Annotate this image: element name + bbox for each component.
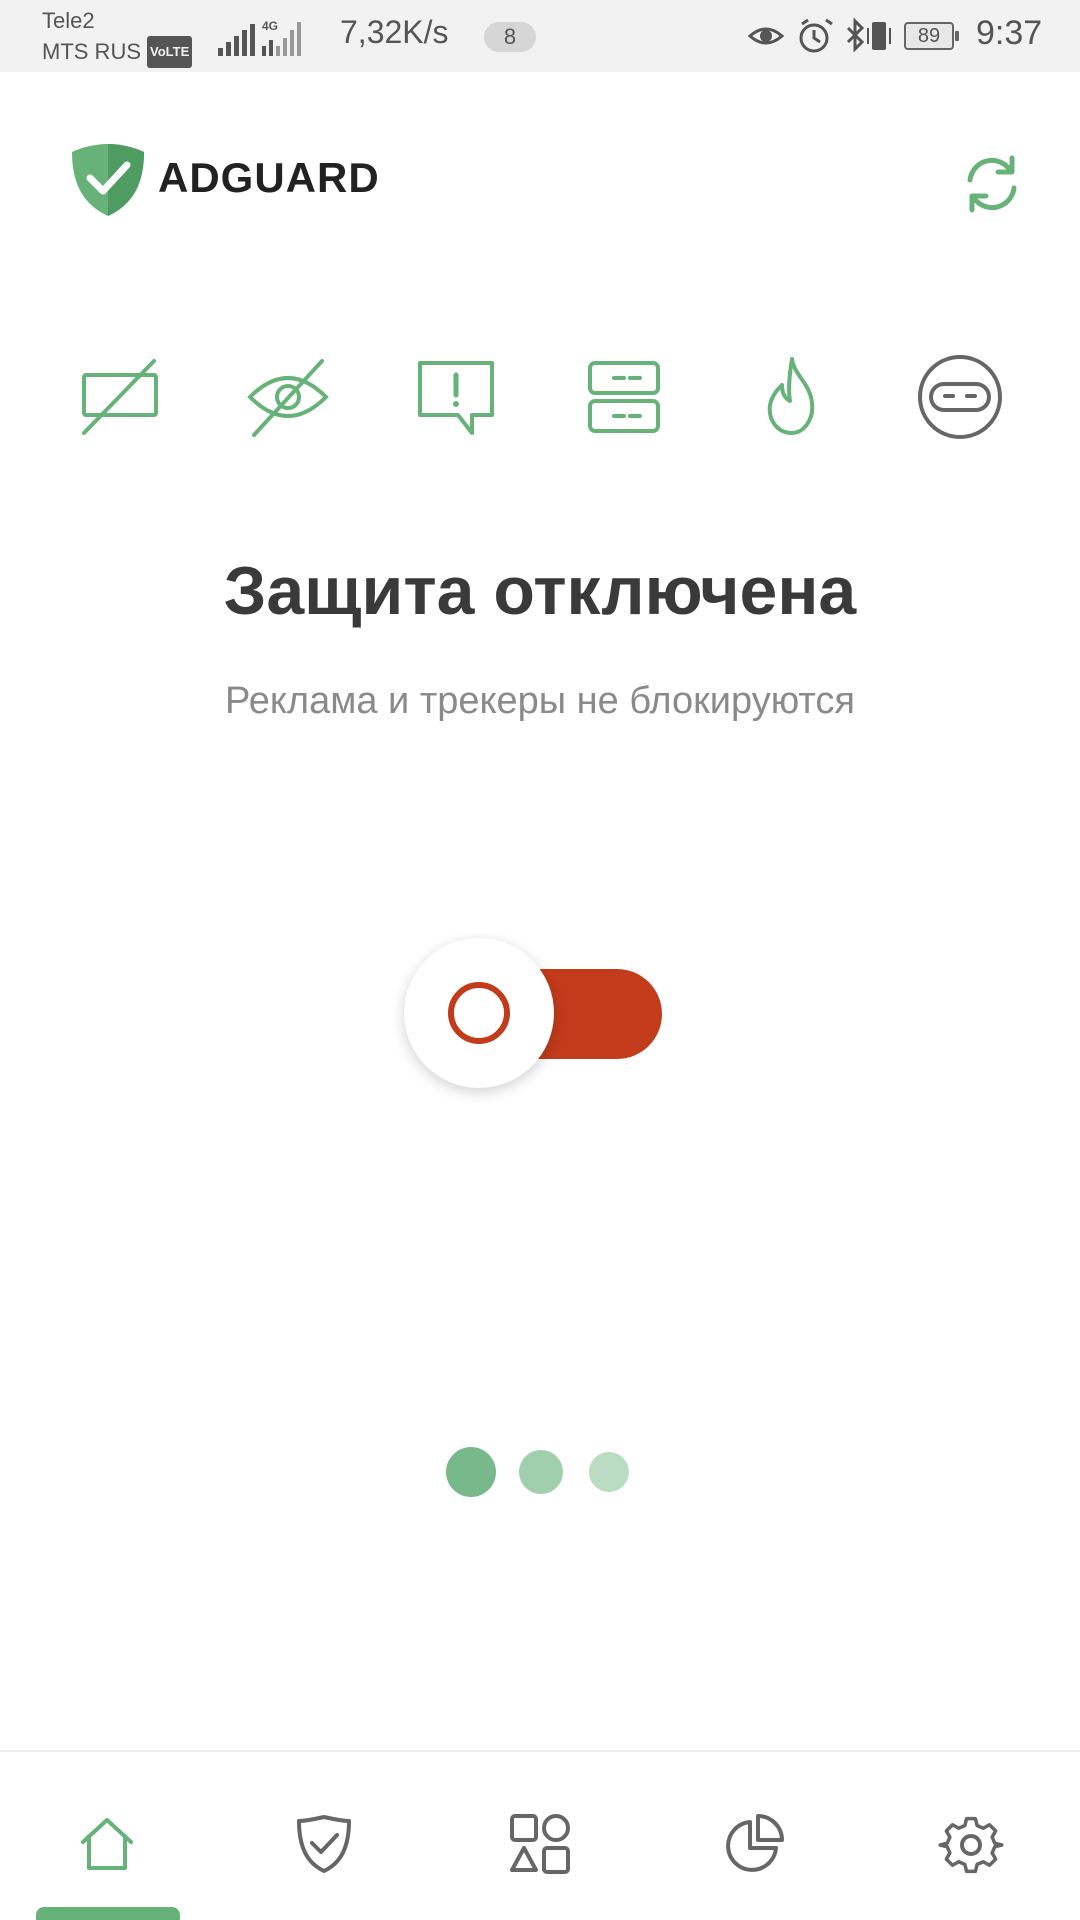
nav-settings[interactable] bbox=[931, 1804, 1011, 1884]
network-speed: 7,32K/s bbox=[340, 14, 449, 50]
tracking-protection-icon bbox=[247, 359, 329, 437]
refresh-icon[interactable] bbox=[960, 152, 1024, 216]
network-type-label: 4G bbox=[262, 19, 278, 33]
carrier-name-2: MTS RUS bbox=[42, 39, 141, 64]
stealth-mode-icon bbox=[918, 355, 1002, 439]
feature-dns-protection[interactable] bbox=[579, 352, 669, 442]
annoyances-icon bbox=[418, 361, 494, 435]
protection-status-title: Защита отключена bbox=[223, 553, 857, 629]
firewall-icon bbox=[767, 357, 815, 435]
status-bar: Tele2 MTS RUS VoLTE 4G 7,32K/s 8 89 9:37 bbox=[0, 0, 1080, 72]
feature-annoyances[interactable] bbox=[411, 352, 501, 442]
status-icons bbox=[748, 17, 891, 53]
notification-count-badge: 8 bbox=[484, 22, 536, 52]
apps-icon bbox=[510, 1814, 570, 1874]
carrier-info: Tele2 MTS RUS VoLTE bbox=[42, 6, 193, 68]
ad-blocking-icon bbox=[82, 359, 158, 435]
nav-protection[interactable] bbox=[284, 1804, 364, 1884]
feature-ad-blocking[interactable] bbox=[75, 352, 165, 442]
home-icon bbox=[81, 1818, 133, 1870]
power-off-indicator bbox=[448, 982, 510, 1044]
settings-gear-icon bbox=[938, 1816, 1004, 1874]
dns-protection-icon bbox=[588, 361, 660, 433]
feature-icons-row bbox=[0, 352, 1080, 442]
bottom-nav bbox=[0, 1752, 1080, 1920]
pager-dot-3[interactable] bbox=[589, 1452, 629, 1492]
statistics-icon bbox=[726, 1814, 784, 1872]
nav-apps[interactable] bbox=[500, 1804, 580, 1884]
feature-tracking-protection[interactable] bbox=[243, 352, 333, 442]
alarm-icon bbox=[799, 18, 833, 53]
clock: 9:37 bbox=[976, 14, 1043, 52]
toggle-knob bbox=[404, 938, 554, 1088]
pager-dots bbox=[0, 1447, 1080, 1497]
protection-status-subtitle: Реклама и трекеры не блокируются bbox=[225, 680, 855, 722]
signal-icon: 4G bbox=[218, 19, 301, 56]
feature-stealth-mode[interactable] bbox=[915, 352, 1005, 442]
shield-check-icon bbox=[297, 1815, 351, 1873]
vibrate-icon bbox=[867, 22, 891, 50]
volte-badge: VoLTE bbox=[147, 36, 193, 68]
bluetooth-icon bbox=[846, 17, 865, 53]
eye-icon bbox=[748, 27, 785, 45]
carrier-name-1: Tele2 bbox=[42, 8, 95, 33]
pager-dot-1[interactable] bbox=[446, 1447, 496, 1497]
battery-icon: 89 bbox=[904, 22, 959, 50]
protection-toggle[interactable] bbox=[404, 938, 662, 1090]
shield-check-icon bbox=[72, 144, 144, 216]
brand-name: ADGUARD bbox=[158, 154, 380, 201]
nav-statistics[interactable] bbox=[714, 1804, 794, 1884]
pager-dot-2[interactable] bbox=[519, 1450, 563, 1494]
active-tab-indicator bbox=[36, 1907, 180, 1920]
nav-home[interactable] bbox=[67, 1804, 147, 1884]
feature-firewall[interactable] bbox=[747, 352, 837, 442]
